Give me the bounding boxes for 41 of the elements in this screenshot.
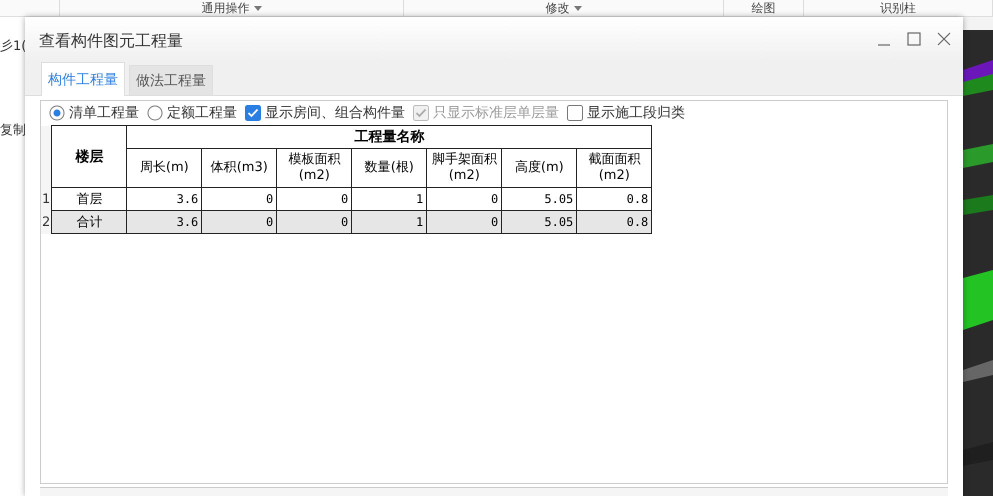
column-header: 脚手架面积(m2) bbox=[426, 148, 502, 188]
checkbox[interactable] bbox=[567, 105, 583, 121]
row-number: 1 bbox=[41, 188, 52, 210]
tab[interactable]: 做法工程量 bbox=[129, 65, 213, 95]
caret-icon bbox=[574, 6, 582, 10]
panel-label: 复制 bbox=[0, 122, 25, 139]
table-cell: 5.05 bbox=[502, 210, 577, 234]
option-label: 显示施工段归类 bbox=[587, 104, 685, 122]
table-cell: 0 bbox=[202, 210, 277, 234]
checkbox[interactable] bbox=[245, 105, 261, 121]
column-header: 楼层 bbox=[52, 126, 127, 188]
table-cell: 1 bbox=[352, 210, 427, 234]
toolbar-menu[interactable]: 通用操作 bbox=[60, 0, 404, 16]
column-header: 模板面积(m2) bbox=[276, 148, 352, 188]
radio-button[interactable] bbox=[147, 105, 163, 121]
table-cell: 0 bbox=[426, 210, 502, 234]
toolbar-menu[interactable]: 绘图 bbox=[724, 0, 804, 16]
table-cell: 0 bbox=[276, 210, 352, 234]
option-label: 只显示标准层单层量 bbox=[433, 104, 559, 122]
table-cell: 合计 bbox=[52, 210, 127, 234]
tab[interactable]: 构件工程量 bbox=[41, 62, 125, 96]
maximize-icon[interactable] bbox=[907, 32, 921, 46]
table-cell: 3.6 bbox=[126, 210, 202, 234]
radio-button[interactable] bbox=[49, 105, 65, 121]
close-icon[interactable] bbox=[937, 32, 951, 46]
panel-label: 彡1( bbox=[0, 38, 25, 55]
column-header: 周长(m) bbox=[126, 148, 202, 188]
table-cell: 0.8 bbox=[576, 210, 652, 234]
toolbar-menu[interactable]: 识别柱 bbox=[804, 0, 993, 16]
window-title: 查看构件图元工程量 bbox=[39, 30, 184, 52]
toolbar-menu[interactable]: 修改 bbox=[404, 0, 724, 16]
option-label: 显示房间、组合构件量 bbox=[265, 104, 405, 122]
column-header: 体积(m3) bbox=[202, 148, 277, 188]
caret-icon bbox=[254, 6, 262, 10]
row-number: 2 bbox=[41, 210, 52, 234]
column-header: 数量(根) bbox=[352, 148, 427, 188]
column-header: 截面面积(m2) bbox=[576, 148, 652, 188]
option-label: 定额工程量 bbox=[167, 104, 237, 122]
option-label: 清单工程量 bbox=[69, 104, 139, 122]
column-header: 高度(m) bbox=[502, 148, 577, 188]
column-header: 工程量名称 bbox=[126, 126, 652, 148]
